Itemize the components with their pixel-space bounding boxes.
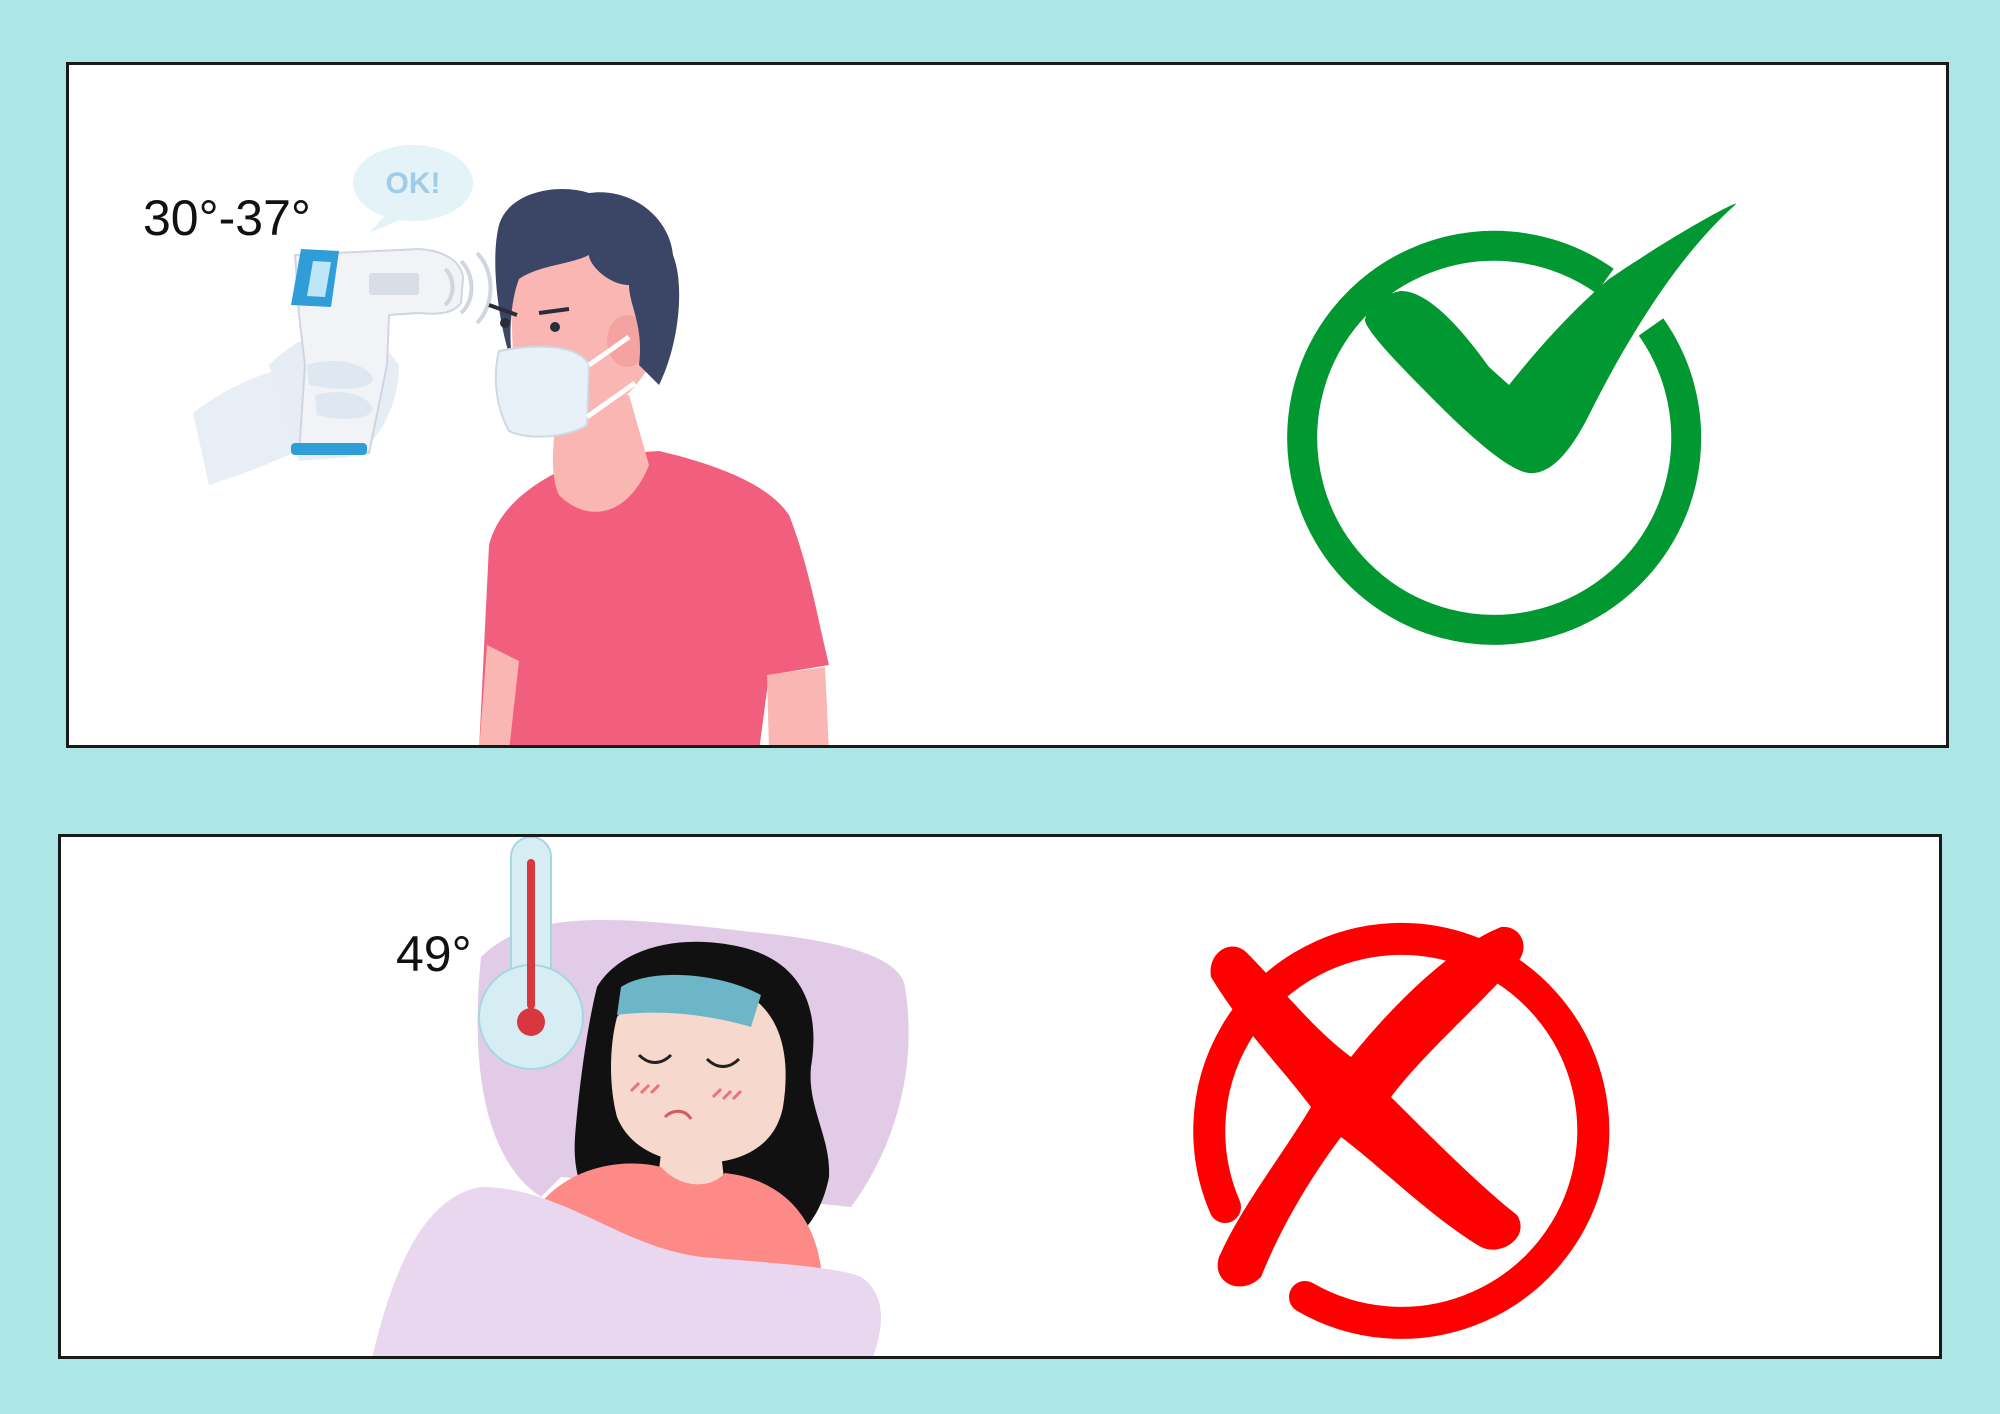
fever-illustration — [372, 837, 1610, 1356]
normal-temperature-panel: OK! 30°-37° — [66, 62, 1949, 748]
check-icon — [1287, 203, 1737, 645]
fever-temperature-label: 49° — [396, 926, 472, 982]
thermometer-gun-icon — [193, 247, 493, 485]
fever-panel: 49° — [58, 834, 1942, 1359]
speech-bubble: OK! — [353, 145, 473, 233]
man-figure — [479, 188, 829, 745]
x-icon — [1193, 922, 1610, 1339]
speech-bubble-text: OK! — [386, 167, 441, 200]
normal-temperature-text: 30°-37° — [143, 190, 311, 246]
normal-temperature-illustration: OK! — [193, 145, 1737, 745]
